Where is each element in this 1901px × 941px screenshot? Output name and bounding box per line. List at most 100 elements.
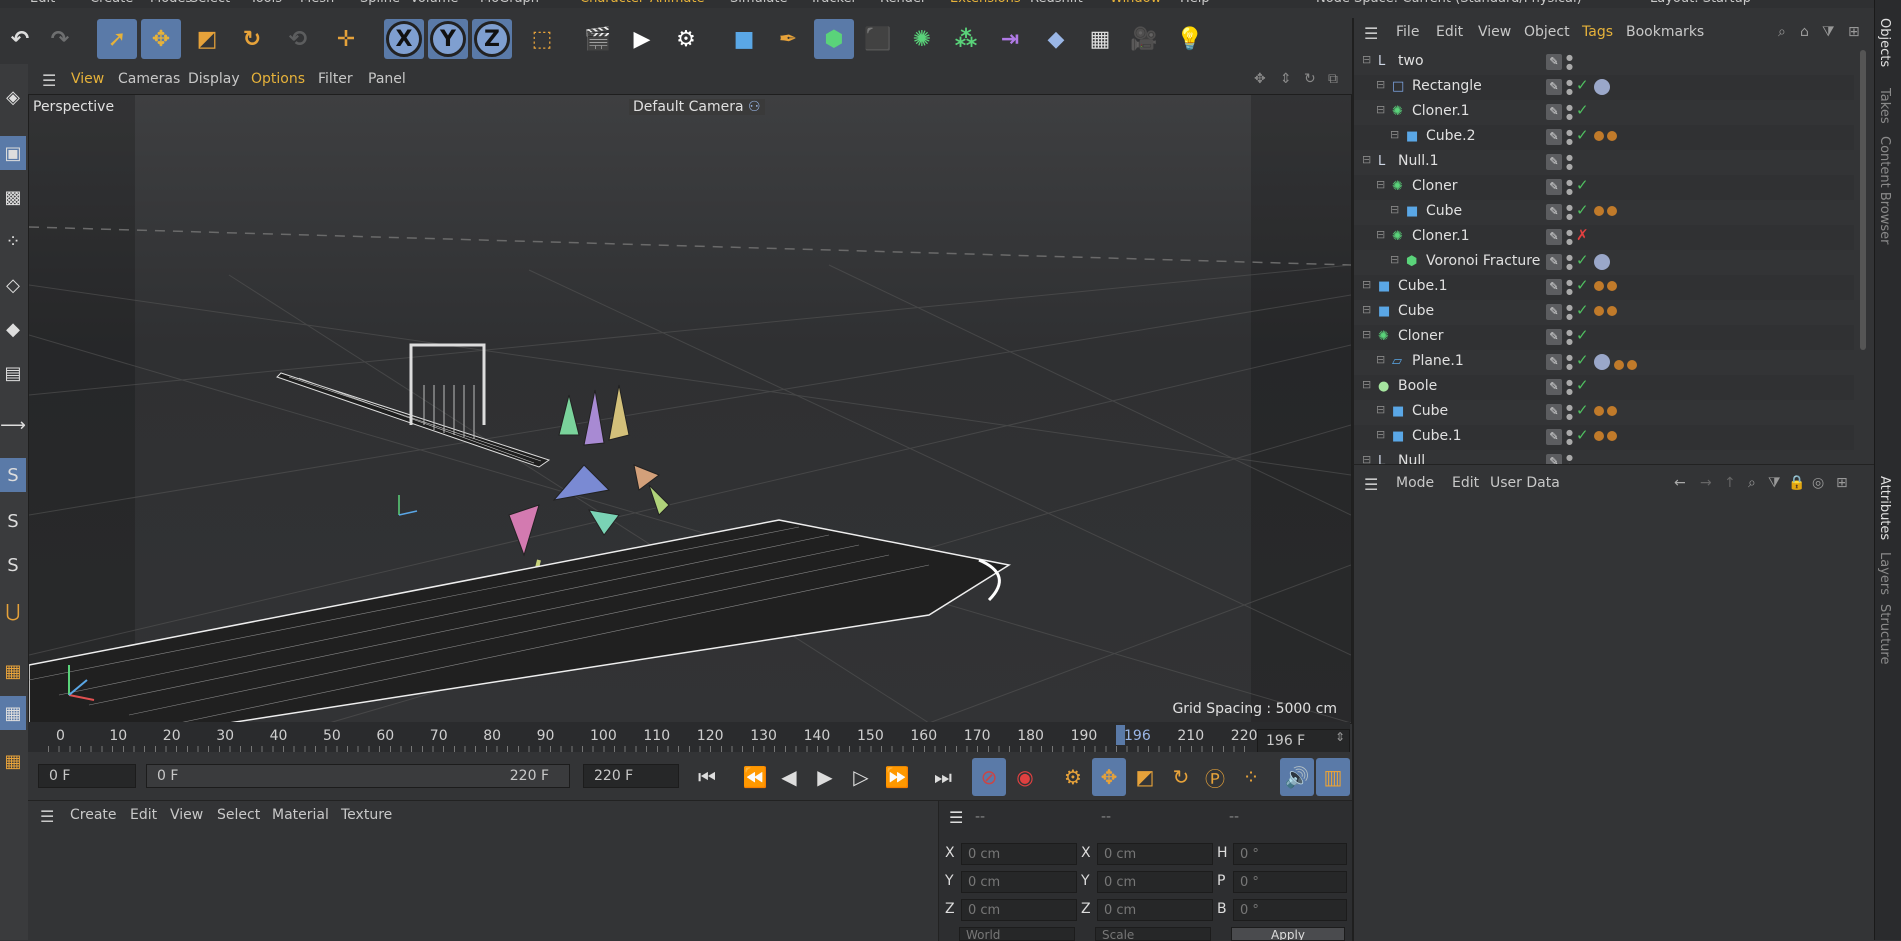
timeline-window-icon[interactable]: ▥	[1316, 758, 1350, 796]
object-name[interactable]: Null	[1398, 453, 1425, 464]
expand-toggle-icon[interactable]: ⊟	[1390, 128, 1399, 141]
layer-edit-icon[interactable]: ✎	[1546, 279, 1562, 295]
coord-size-z[interactable]: 0 cm	[1097, 899, 1213, 921]
expand-toggle-icon[interactable]: ⊟	[1362, 328, 1371, 341]
workplane-icon[interactable]: ▦	[0, 654, 26, 688]
visibility-dots-icon[interactable]: ●●	[1566, 153, 1573, 171]
object-row[interactable]: ⊟ ■ Cube.2 ✎ ● ● ✓	[1354, 125, 1854, 150]
tab-takes[interactable]: Takes	[1877, 88, 1892, 124]
object-menu-object[interactable]: Object	[1524, 24, 1570, 40]
main-menu-render[interactable]: Render	[880, 0, 926, 6]
object-row[interactable]: ⊟ ■ Cube.1 ✎ ● ● ✓	[1354, 425, 1854, 450]
lock-icon[interactable]: 🔒	[1788, 475, 1805, 491]
forward-arrow-icon[interactable]: →	[1700, 475, 1712, 491]
main-menu-extensions[interactable]: Extensions	[950, 0, 1021, 6]
cloner-icon[interactable]: ✺	[902, 19, 942, 59]
object-row[interactable]: ⊟ ✺ Cloner ✎ ● ● ✓	[1354, 325, 1854, 350]
layer-edit-icon[interactable]: ✎	[1546, 154, 1562, 170]
main-menu-mograph[interactable]: MoGraph	[480, 0, 539, 6]
visibility-dots-icon[interactable]: ●●	[1566, 328, 1573, 346]
viewport-menu-cameras[interactable]: Cameras	[118, 71, 180, 87]
camera-object-icon[interactable]: 🎥	[1124, 19, 1164, 59]
object-name[interactable]: Cloner.1	[1412, 228, 1470, 244]
timeline-ruler[interactable]: 0 10 20 30 40 50 60 70 80 90 100 110 120 130 140 150 160…	[28, 722, 1350, 752]
visibility-dots-icon[interactable]: ●●	[1566, 128, 1573, 146]
main-menu-animate[interactable]: Animate	[650, 0, 704, 6]
viewport-menu-options[interactable]: Options	[251, 71, 305, 87]
next-key-icon[interactable]: ⏩	[880, 758, 914, 796]
move-tool-icon[interactable]: ✥	[141, 19, 181, 59]
expand-toggle-icon[interactable]: ⊟	[1362, 278, 1371, 291]
expand-toggle-icon[interactable]: ⊟	[1376, 103, 1385, 116]
extrude-generator-icon[interactable]: ⬛	[858, 19, 898, 59]
polygons-mode-icon[interactable]: ◆	[0, 312, 26, 346]
viewport-menu-panel[interactable]: Panel	[368, 71, 406, 87]
material-menu-select[interactable]: Select	[217, 807, 260, 823]
enabled-check-icon[interactable]: ✓	[1576, 351, 1589, 369]
enabled-check-icon[interactable]: ✓	[1576, 176, 1589, 194]
apply-button[interactable]: Apply	[1231, 927, 1345, 941]
object-menu-tags[interactable]: Tags	[1582, 24, 1613, 40]
coord-position-y[interactable]: 0 cm	[961, 871, 1077, 893]
visibility-dots-icon[interactable]: ●●	[1566, 378, 1573, 396]
object-row[interactable]: ⊟ ● Boole ✎ ● ● ✓	[1354, 375, 1854, 400]
transform-tool-icon[interactable]: ✛	[326, 19, 366, 59]
locked-workplane-icon[interactable]: ▦	[0, 744, 26, 778]
material-tag-icon[interactable]	[1607, 131, 1617, 141]
attributes-menu-mode[interactable]: Mode	[1396, 475, 1434, 491]
visibility-dots-icon[interactable]: ●●	[1566, 303, 1573, 321]
solo-mode-icon[interactable]: S	[0, 548, 26, 582]
layer-edit-icon[interactable]: ✎	[1546, 229, 1562, 245]
back-arrow-icon[interactable]: ←	[1674, 475, 1686, 491]
expand-toggle-icon[interactable]: ⊟	[1376, 403, 1385, 416]
go-to-start-icon[interactable]: ⏮	[690, 758, 724, 796]
select-tool-icon[interactable]: ➚	[97, 19, 137, 59]
enabled-check-icon[interactable]: ✓	[1576, 251, 1589, 269]
coord-size-y[interactable]: 0 cm	[1097, 871, 1213, 893]
object-menu-view[interactable]: View	[1478, 24, 1511, 40]
object-name[interactable]: Cube	[1412, 403, 1448, 419]
visibility-dots-icon[interactable]: ●●	[1566, 78, 1573, 96]
object-name[interactable]: Cube	[1398, 303, 1434, 319]
layer-edit-icon[interactable]: ✎	[1546, 354, 1562, 370]
viewport-pan-icon[interactable]: ✥	[1254, 71, 1266, 87]
material-tag-icon[interactable]	[1607, 306, 1617, 316]
object-row[interactable]: ⊟ ■ Cube.1 ✎ ● ● ✓	[1354, 275, 1854, 300]
main-menu-edit[interactable]: Edit	[30, 0, 55, 6]
layer-edit-icon[interactable]: ✎	[1546, 254, 1562, 270]
search-icon[interactable]: ⌕	[1778, 24, 1786, 40]
model-mode-icon[interactable]: ▣	[0, 136, 26, 170]
sound-icon[interactable]: 🔊	[1280, 758, 1314, 796]
visibility-dots-icon[interactable]: ●●	[1566, 403, 1573, 421]
undo-icon[interactable]: ↶	[0, 19, 40, 59]
frame-stepper-icon[interactable]: ⇕	[1335, 730, 1345, 744]
enabled-check-icon[interactable]: ✓	[1576, 126, 1589, 144]
main-menu-character[interactable]: Character	[580, 0, 644, 6]
light-object-icon[interactable]: 💡	[1170, 19, 1210, 59]
object-row[interactable]: ⊟ ✺ Cloner.1 ✎ ● ● ✓	[1354, 100, 1854, 125]
material-menu-texture[interactable]: Texture	[341, 807, 392, 823]
redo-icon[interactable]: ↷	[40, 19, 80, 59]
object-name[interactable]: Cloner	[1412, 178, 1457, 194]
material-tag-icon[interactable]	[1607, 281, 1617, 291]
enabled-check-icon[interactable]: ✓	[1576, 201, 1589, 219]
viewport-menu-display[interactable]: Display	[188, 71, 240, 87]
3d-viewport[interactable]: Perspective Default Camera ⚇ Grid Spacin…	[28, 94, 1352, 724]
material-menu-material[interactable]: Material	[272, 807, 329, 823]
range-slider[interactable]: 0 F 220 F	[146, 764, 570, 788]
object-row[interactable]: ⊟ ■ Cube ✎ ● ● ✓	[1354, 300, 1854, 325]
material-menu-edit[interactable]: Edit	[130, 807, 157, 823]
record-scale-icon[interactable]: ◩	[1128, 758, 1162, 796]
filter-icon[interactable]: ⧩	[1822, 24, 1835, 40]
object-name[interactable]: Cloner	[1398, 328, 1443, 344]
attributes-menu-user-data[interactable]: User Data	[1490, 475, 1560, 491]
material-tag-icon[interactable]	[1594, 206, 1604, 216]
layer-edit-icon[interactable]: ✎	[1546, 204, 1562, 220]
tab-structure[interactable]: Structure	[1877, 604, 1892, 664]
expand-toggle-icon[interactable]: ⊟	[1362, 378, 1371, 391]
visibility-dots-icon[interactable]: ●●	[1566, 353, 1573, 371]
coord-size-x[interactable]: 0 cm	[1097, 843, 1213, 865]
attributes-hamburger-icon[interactable]: ☰	[1364, 475, 1378, 494]
main-menu-modes[interactable]: Modes	[150, 0, 192, 6]
object-name[interactable]: two	[1398, 53, 1424, 69]
